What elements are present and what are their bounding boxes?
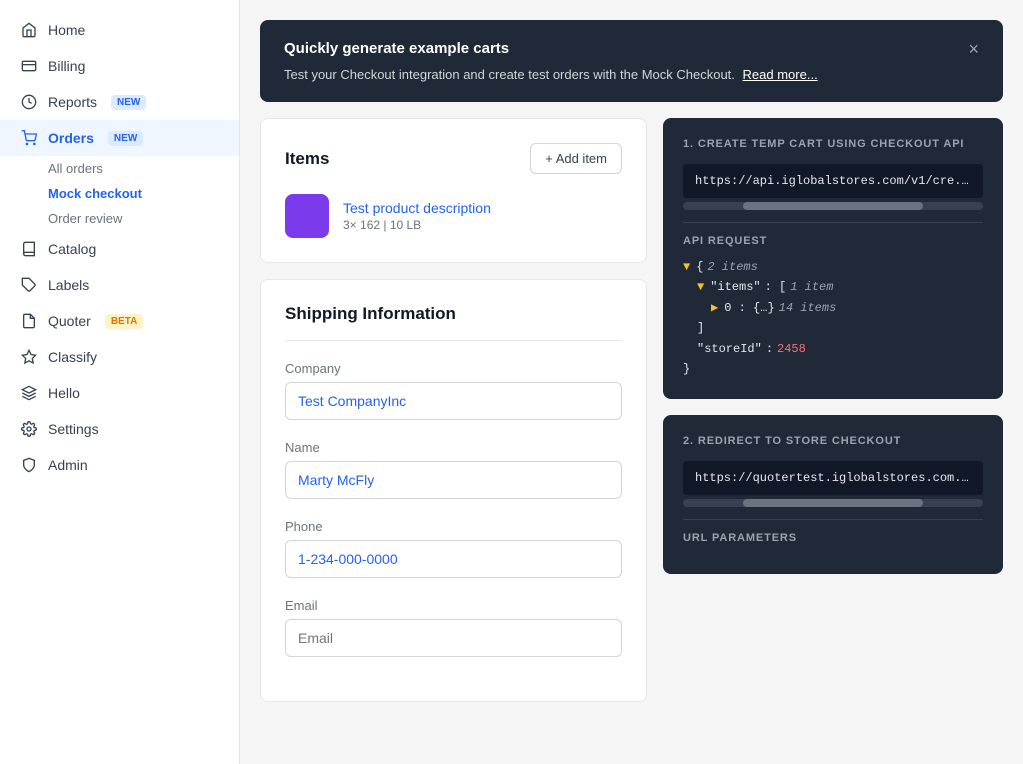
orders-badge: NEW: [108, 131, 143, 146]
main-content: Quickly generate example carts Test your…: [240, 0, 1023, 764]
items-title: Items: [285, 149, 329, 169]
settings-icon: [20, 420, 38, 438]
home-icon: [20, 21, 38, 39]
step1-title: 1. CREATE TEMP CART USING CHECKOUT API: [683, 138, 983, 150]
left-panel: Items + Add item Test product descriptio…: [260, 118, 647, 702]
quoter-icon: [20, 312, 38, 330]
company-input[interactable]: [285, 382, 622, 420]
json-line-2: ▼ "items" : [ 1 item: [683, 277, 983, 297]
sidebar-label-mock-checkout: Mock checkout: [48, 186, 142, 201]
sidebar-label-orders: Orders: [48, 130, 94, 146]
sidebar-label-order-review: Order review: [48, 211, 122, 226]
sidebar-item-catalog[interactable]: Catalog: [0, 231, 239, 267]
banner-text: Test your Checkout integration and creat…: [284, 67, 818, 82]
reports-badge: NEW: [111, 95, 146, 110]
items-header: Items + Add item: [285, 143, 622, 174]
sidebar-label-classify: Classify: [48, 349, 97, 365]
admin-icon: [20, 456, 38, 474]
json-line-6: }: [683, 359, 983, 379]
read-more-link[interactable]: Read more...: [743, 67, 818, 82]
billing-icon: [20, 57, 38, 75]
email-group: Email: [285, 598, 622, 657]
product-name: Test product description: [343, 200, 491, 216]
quoter-badge: BETA: [105, 314, 143, 329]
sidebar: Home Billing Reports NEW Orders NEW All …: [0, 0, 240, 764]
shipping-title: Shipping Information: [285, 304, 622, 341]
sidebar-label-settings: Settings: [48, 421, 99, 437]
step2-scrollbar[interactable]: [683, 499, 983, 507]
product-info: Test product description 3× 162 | 10 LB: [343, 200, 491, 232]
sidebar-label-reports: Reports: [48, 94, 97, 110]
email-label: Email: [285, 598, 622, 613]
divider2: [683, 519, 983, 520]
sidebar-item-home[interactable]: Home: [0, 12, 239, 48]
sidebar-item-billing[interactable]: Billing: [0, 48, 239, 84]
add-item-button[interactable]: + Add item: [530, 143, 622, 174]
step1-scrollbar-thumb: [743, 202, 923, 210]
classify-icon: [20, 348, 38, 366]
sidebar-label-admin: Admin: [48, 457, 88, 473]
product-item: Test product description 3× 162 | 10 LB: [285, 194, 622, 238]
phone-label: Phone: [285, 519, 622, 534]
sidebar-sub-mock-checkout[interactable]: Mock checkout: [0, 181, 239, 206]
sidebar-sub-all-orders[interactable]: All orders: [0, 156, 239, 181]
step2-card: 2. REDIRECT TO STORE CHECKOUT https://qu…: [663, 415, 1003, 574]
phone-input[interactable]: [285, 540, 622, 578]
sidebar-sub-order-review[interactable]: Order review: [0, 206, 239, 231]
step2-url: https://quotertest.iglobalstores.com...: [683, 461, 983, 495]
json-line-1: ▼ { 2 items: [683, 257, 983, 277]
step1-url: https://api.iglobalstores.com/v1/cre...: [683, 164, 983, 198]
api-request-label: API REQUEST: [683, 235, 983, 247]
divider1: [683, 222, 983, 223]
orders-icon: [20, 129, 38, 147]
reports-icon: [20, 93, 38, 111]
product-thumbnail: [285, 194, 329, 238]
sidebar-item-hello[interactable]: Hello: [0, 375, 239, 411]
sidebar-item-reports[interactable]: Reports NEW: [0, 84, 239, 120]
items-card: Items + Add item Test product descriptio…: [260, 118, 647, 263]
product-meta: 3× 162 | 10 LB: [343, 218, 491, 232]
catalog-icon: [20, 240, 38, 258]
company-label: Company: [285, 361, 622, 376]
json-line-5: "storeId" : 2458: [683, 339, 983, 359]
sidebar-item-quoter[interactable]: Quoter BETA: [0, 303, 239, 339]
sidebar-item-admin[interactable]: Admin: [0, 447, 239, 483]
url-params-label: URL PARAMETERS: [683, 532, 983, 544]
banner-close-button[interactable]: ×: [968, 40, 979, 58]
banner-content: Quickly generate example carts Test your…: [284, 40, 818, 82]
sidebar-label-billing: Billing: [48, 58, 85, 74]
email-input[interactable]: [285, 619, 622, 657]
sidebar-item-settings[interactable]: Settings: [0, 411, 239, 447]
sidebar-item-classify[interactable]: Classify: [0, 339, 239, 375]
phone-group: Phone: [285, 519, 622, 578]
hello-icon: [20, 384, 38, 402]
company-group: Company: [285, 361, 622, 420]
sidebar-label-catalog: Catalog: [48, 241, 96, 257]
shipping-card: Shipping Information Company Name Phone …: [260, 279, 647, 702]
sidebar-label-labels: Labels: [48, 277, 89, 293]
step2-title: 2. REDIRECT TO STORE CHECKOUT: [683, 435, 983, 447]
name-label: Name: [285, 440, 622, 455]
sidebar-label-home: Home: [48, 22, 85, 38]
labels-icon: [20, 276, 38, 294]
content-area: Items + Add item Test product descriptio…: [260, 118, 1003, 702]
sidebar-label-quoter: Quoter: [48, 313, 91, 329]
json-viewer: ▼ { 2 items ▼ "items" : [ 1 item ▶ 0 : {…: [683, 257, 983, 379]
name-group: Name: [285, 440, 622, 499]
banner: Quickly generate example carts Test your…: [260, 20, 1003, 102]
json-line-4: ]: [683, 318, 983, 338]
sidebar-label-all-orders: All orders: [48, 161, 103, 176]
banner-title: Quickly generate example carts: [284, 40, 818, 57]
right-panel: 1. CREATE TEMP CART USING CHECKOUT API h…: [663, 118, 1003, 702]
json-line-3: ▶ 0 : {…} 14 items: [683, 298, 983, 318]
sidebar-item-orders[interactable]: Orders NEW: [0, 120, 239, 156]
step1-card: 1. CREATE TEMP CART USING CHECKOUT API h…: [663, 118, 1003, 399]
name-input[interactable]: [285, 461, 622, 499]
sidebar-item-labels[interactable]: Labels: [0, 267, 239, 303]
step1-scrollbar[interactable]: [683, 202, 983, 210]
sidebar-label-hello: Hello: [48, 385, 80, 401]
step2-scrollbar-thumb: [743, 499, 923, 507]
